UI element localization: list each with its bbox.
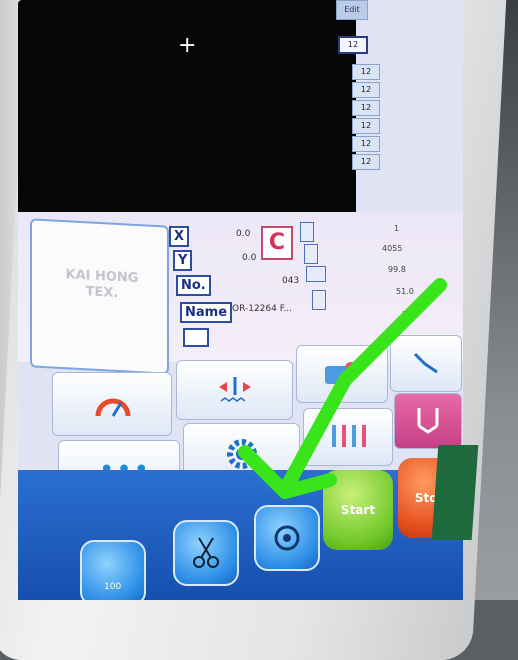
annotation-arrow-icon (238, 278, 447, 499)
